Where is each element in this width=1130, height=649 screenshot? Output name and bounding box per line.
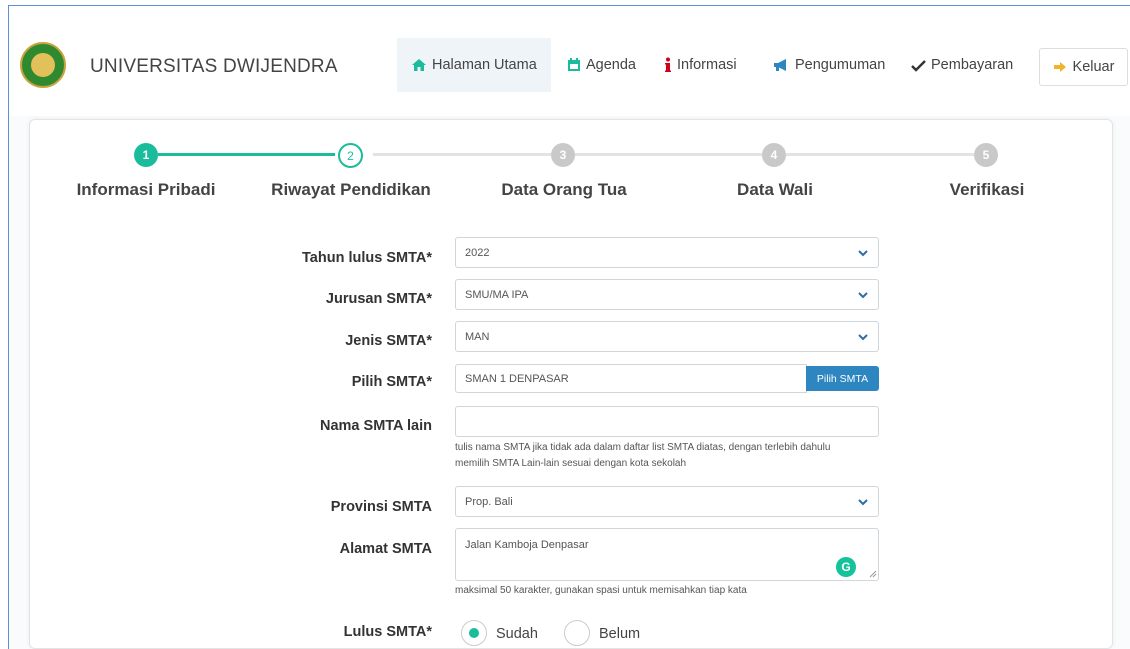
provinsi-label: Provinsi SMTA xyxy=(330,499,432,515)
nav-agenda[interactable]: Agenda xyxy=(567,38,636,92)
step-connector xyxy=(575,153,762,156)
sign-out-icon xyxy=(1053,61,1067,73)
step-3-label: Data Orang Tua xyxy=(501,180,627,199)
tahun-lulus-select[interactable]: 2022 xyxy=(455,237,879,268)
pilih-smta-button[interactable]: Pilih SMTA xyxy=(806,366,879,391)
select-value: SMU/MA IPA xyxy=(465,288,529,301)
nav-pengumuman[interactable]: Pengumuman xyxy=(773,38,885,92)
help-line: tulis nama SMTA jika tidak ada dalam daf… xyxy=(455,442,831,453)
step-connector xyxy=(158,153,335,156)
chevron-down-icon xyxy=(858,250,868,257)
chevron-down-icon xyxy=(858,334,868,341)
jenis-select[interactable]: MAN xyxy=(455,321,879,352)
step-4-label: Data Wali xyxy=(737,180,813,199)
university-logo[interactable] xyxy=(20,42,66,88)
resize-handle-icon[interactable] xyxy=(868,569,877,578)
select-value: MAN xyxy=(465,330,490,343)
jenis-label: Jenis SMTA* xyxy=(345,333,432,349)
alamat-label: Alamat SMTA xyxy=(339,541,432,557)
logout-button[interactable]: Keluar xyxy=(1039,48,1128,86)
brand-name[interactable]: UNIVERSITAS DWIJENDRA xyxy=(90,56,338,78)
nav-label: Halaman Utama xyxy=(432,57,537,73)
step-5-indicator[interactable]: 5 xyxy=(974,143,998,167)
step-1-indicator[interactable]: 1 xyxy=(134,143,158,167)
jurusan-select[interactable]: SMU/MA IPA xyxy=(455,279,879,310)
nav-label: Informasi xyxy=(677,57,737,73)
pilih-smta-input[interactable]: SMAN 1 DENPASAR xyxy=(455,364,807,393)
nav-label: Agenda xyxy=(586,57,636,73)
bullhorn-icon xyxy=(773,58,790,72)
nav-pembayaran[interactable]: Pembayaran xyxy=(911,38,1013,92)
lulus-belum-label[interactable]: Belum xyxy=(599,626,640,642)
step-1-label: Informasi Pribadi xyxy=(76,180,216,199)
input-value: SMAN 1 DENPASAR xyxy=(465,372,569,385)
step-2-label: Riwayat Pendidikan xyxy=(271,180,431,199)
select-value: 2022 xyxy=(465,246,490,259)
nav-label: Pengumuman xyxy=(795,57,886,73)
lulus-sudah-label[interactable]: Sudah xyxy=(496,626,538,642)
lulus-belum-radio[interactable] xyxy=(564,620,590,646)
jurusan-label: Jurusan SMTA* xyxy=(325,291,432,307)
nav-informasi[interactable]: Informasi xyxy=(664,38,737,92)
pilih-smta-label: Pilih SMTA* xyxy=(351,374,432,390)
step-2-indicator[interactable]: 2 xyxy=(338,143,363,168)
provinsi-select[interactable]: Prop. Bali xyxy=(455,486,879,517)
lulus-sudah-radio[interactable] xyxy=(461,620,487,646)
home-icon xyxy=(411,58,427,72)
alamat-help: maksimal 50 karakter, gunakan spasi untu… xyxy=(455,585,747,596)
step-connector xyxy=(786,153,974,156)
alamat-textarea[interactable]: Jalan Kamboja Denpasar xyxy=(455,528,879,581)
chevron-down-icon xyxy=(858,499,868,506)
check-icon xyxy=(911,59,926,72)
step-5-label: Verifikasi xyxy=(949,180,1025,199)
step-connector xyxy=(373,153,551,156)
grammarly-icon[interactable]: G xyxy=(836,557,856,577)
textarea-value: Jalan Kamboja Denpasar xyxy=(465,539,589,551)
nav-label: Pembayaran xyxy=(931,57,1014,73)
logout-label: Keluar xyxy=(1072,59,1115,75)
tahun-lulus-label: Tahun lulus SMTA* xyxy=(302,250,432,266)
lulus-label: Lulus SMTA* xyxy=(343,624,432,640)
calendar-icon xyxy=(567,58,581,72)
chevron-down-icon xyxy=(858,292,868,299)
nav-halaman-utama[interactable]: Halaman Utama xyxy=(397,38,551,92)
select-value: Prop. Bali xyxy=(465,495,513,508)
nama-smta-lain-input[interactable] xyxy=(455,406,879,437)
step-3-indicator[interactable]: 3 xyxy=(551,143,575,167)
nama-smta-lain-label: Nama SMTA lain xyxy=(320,418,432,434)
nama-smta-help: tulis nama SMTA jika tidak ada dalam daf… xyxy=(455,440,895,472)
help-line: memilih SMTA Lain-lain sesuai dengan kot… xyxy=(455,458,687,469)
step-4-indicator[interactable]: 4 xyxy=(762,143,786,167)
info-icon xyxy=(664,57,672,73)
